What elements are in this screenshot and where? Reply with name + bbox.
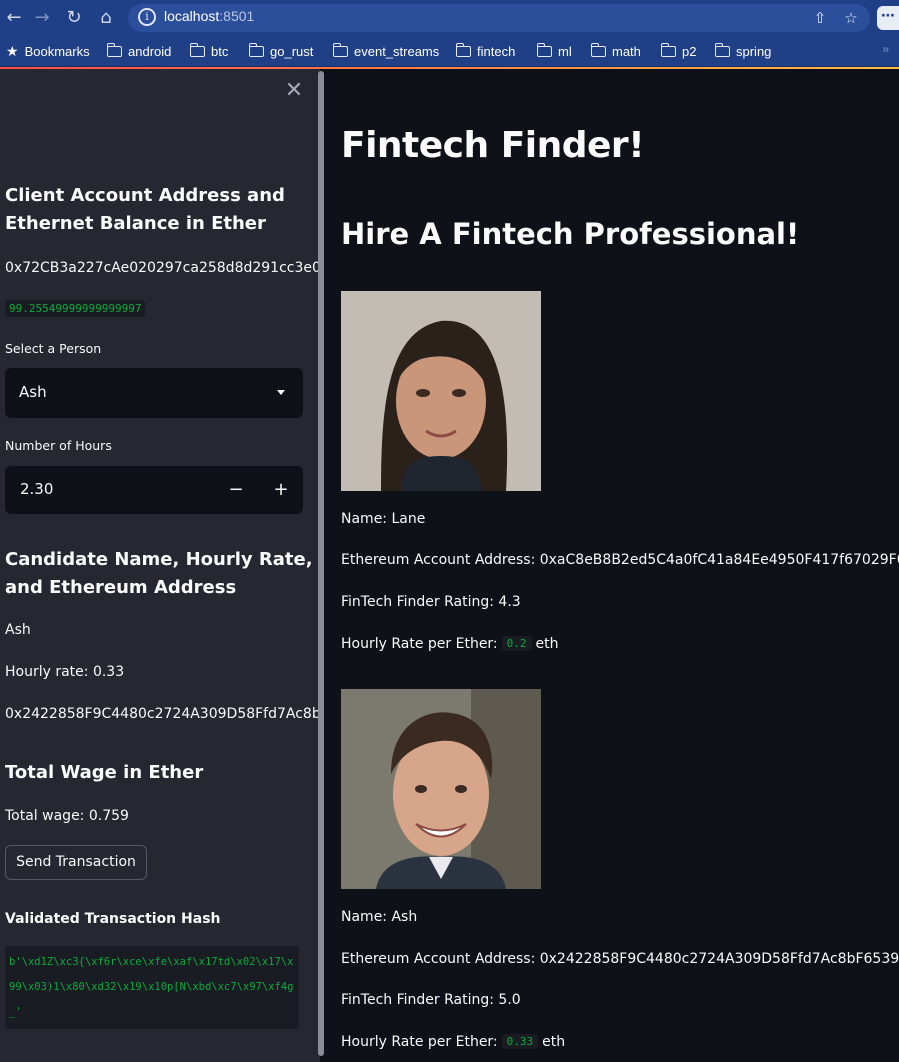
- bookmark-folder-p2[interactable]: p2: [660, 41, 696, 61]
- home-icon[interactable]: ⌂: [94, 6, 118, 30]
- more-bookmarks-icon[interactable]: »: [882, 42, 889, 56]
- folder-icon: [536, 42, 552, 57]
- folder-icon: [332, 42, 348, 57]
- bookmark-folder-fintech[interactable]: fintech: [455, 41, 515, 61]
- extensions-menu-icon[interactable]: ⋯: [877, 6, 899, 30]
- folder-icon: [248, 42, 264, 57]
- candidate-photo-ash: [341, 689, 541, 889]
- candidate-rating-ash: FinTech Finder Rating: 5.0: [341, 992, 521, 1008]
- folder-icon: [106, 42, 122, 57]
- select-person-dropdown[interactable]: Ash: [5, 368, 303, 418]
- candidate-rate: Hourly rate: 0.33: [5, 664, 125, 680]
- site-info-icon[interactable]: i: [138, 8, 156, 26]
- page-subtitle: Hire A Fintech Professional!: [341, 217, 800, 251]
- star-icon: ★: [6, 42, 19, 59]
- bookmarks-button[interactable]: ★ Bookmarks: [6, 41, 90, 61]
- client-address: 0x72CB3a227cAe020297ca258d8d291cc3e0B316: [5, 260, 320, 276]
- bookmark-folder-spring[interactable]: spring: [714, 41, 771, 61]
- bookmarks-label: Bookmarks: [24, 43, 90, 59]
- candidate-address-lane: Ethereum Account Address: 0xaC8eB8B2ed5C…: [341, 552, 899, 568]
- star-bookmark-icon[interactable]: ☆: [841, 8, 861, 28]
- hours-label: Number of Hours: [5, 438, 112, 453]
- bookmark-folder-btc[interactable]: btc: [189, 41, 228, 61]
- rate-value-lane: 0.2: [501, 636, 532, 651]
- client-balance: 99.25549999999999997: [5, 300, 146, 317]
- folder-icon: [660, 42, 676, 57]
- candidate-address-ash: Ethereum Account Address: 0x2422858F9C44…: [341, 951, 899, 967]
- client-heading: Client Account Address and Ethernet Bala…: [5, 185, 285, 234]
- decrement-button[interactable]: −: [223, 476, 249, 504]
- candidate-heading: Candidate Name, Hourly Rate, and Ethereu…: [5, 549, 313, 598]
- url-text: localhost:8501: [164, 8, 255, 24]
- candidate-rate-lane: Hourly Rate per Ether: 0.2 eth: [341, 636, 559, 652]
- folder-icon: [189, 42, 205, 57]
- candidate-rate-ash: Hourly Rate per Ether: 0.33 eth: [341, 1034, 566, 1050]
- rate-value-ash: 0.33: [501, 1034, 539, 1049]
- folder-icon: [455, 42, 471, 57]
- reload-icon[interactable]: ↻: [62, 6, 86, 30]
- hours-value[interactable]: 2.30: [20, 480, 53, 498]
- main-content: Fintech Finder! Hire A Fintech Professio…: [326, 69, 899, 1062]
- back-icon[interactable]: ←: [2, 6, 26, 30]
- close-sidebar-icon[interactable]: ✕: [284, 79, 304, 103]
- candidate-name-ash: Name: Ash: [341, 909, 418, 925]
- send-transaction-button[interactable]: Send Transaction: [5, 845, 147, 880]
- bookmark-folder-go-rust[interactable]: go_rust: [248, 41, 313, 61]
- folder-icon: [590, 42, 606, 57]
- candidate-name-lane: Name: Lane: [341, 511, 426, 527]
- hash-heading: Validated Transaction Hash: [5, 911, 221, 927]
- sidebar-scrollbar[interactable]: [318, 71, 324, 1056]
- share-icon[interactable]: ⇧: [810, 8, 830, 28]
- folder-icon: [714, 42, 730, 57]
- sidebar: ✕ Client Account Address and Ethernet Ba…: [0, 69, 320, 1062]
- forward-icon[interactable]: →: [30, 6, 54, 30]
- bookmark-folder-android[interactable]: android: [106, 41, 171, 61]
- browser-toolbar: ← → ↻ ⌂ i localhost:8501 ⇧ ☆ ⋯: [0, 0, 899, 36]
- bookmark-folder-event-streams[interactable]: event_streams: [332, 41, 439, 61]
- bookmarks-bar: ★ Bookmarks android btc go_rust event_st…: [0, 36, 899, 67]
- candidate-rating-lane: FinTech Finder Rating: 4.3: [341, 594, 521, 610]
- chevron-down-icon: [277, 390, 285, 395]
- candidate-name: Ash: [5, 622, 31, 638]
- wage-heading: Total Wage in Ether: [5, 762, 204, 783]
- page-title: Fintech Finder!: [341, 125, 645, 166]
- select-person-label: Select a Person: [5, 341, 102, 356]
- transaction-hash: b'\xd1Z\xc3{\xf6r\xce\xfe\xaf\x17td\x02\…: [5, 946, 299, 1029]
- address-bar[interactable]: i localhost:8501 ⇧ ☆: [128, 4, 870, 32]
- bookmark-folder-ml[interactable]: ml: [536, 41, 572, 61]
- candidate-photo-lane: [341, 291, 541, 491]
- hours-number-input[interactable]: 2.30 − +: [5, 466, 303, 514]
- candidate-address: 0x2422858F9C4480c2724A309D58Ffd7Ac8bF653…: [5, 706, 320, 722]
- increment-button[interactable]: +: [268, 476, 294, 504]
- bookmark-folder-math[interactable]: math: [590, 41, 641, 61]
- total-wage: Total wage: 0.759: [5, 808, 129, 824]
- select-person-value: Ash: [19, 383, 47, 401]
